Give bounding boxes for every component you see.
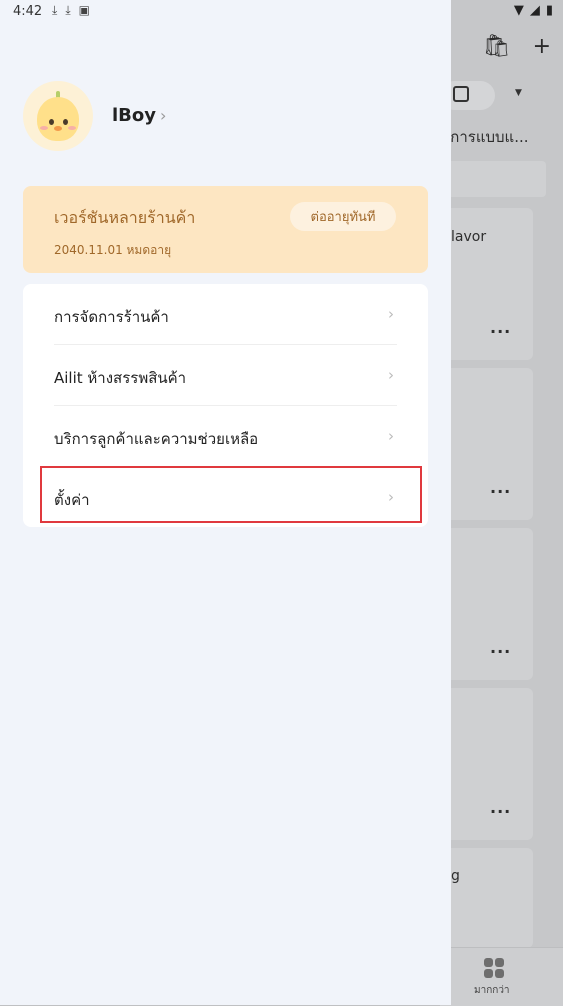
menu-item-label: บริการลูกค้าและความช่วยเหลือ (54, 430, 259, 448)
bg-card-title: g (451, 868, 460, 884)
more-icon[interactable]: ... (490, 478, 511, 497)
bg-card-title: lavor (451, 229, 487, 245)
status-system-icons: ▼ ◢ ▮ (514, 3, 553, 18)
chick-beak (54, 126, 62, 131)
bg-product-card[interactable] (440, 528, 533, 680)
bg-search-bar[interactable] (440, 161, 546, 197)
status-notification-icons: ⤓ ⤓ ▣ (52, 3, 90, 18)
bg-product-card[interactable] (440, 368, 533, 520)
chick-body (37, 97, 79, 141)
status-bar: 4:42 ⤓ ⤓ ▣ ▼ ◢ ▮ (0, 0, 563, 24)
chick-eye (63, 119, 68, 125)
bag-icon[interactable]: 🛍 (483, 36, 511, 58)
more-icon[interactable]: ... (490, 638, 511, 657)
chevron-right-icon: › (160, 106, 167, 125)
chevron-right-icon: › (388, 488, 394, 506)
membership-expiry: 2040.11.01 หมดอายุ (54, 243, 172, 257)
scan-icon[interactable] (453, 86, 469, 102)
signal-icon: ◢ (529, 3, 540, 18)
menu-item-customer-service[interactable]: บริการลูกค้าและความช่วยเหลือ › (23, 406, 428, 467)
renew-button[interactable]: ต่ออายุทันที (290, 202, 396, 231)
battery-icon: ▮ (545, 3, 553, 18)
chevron-right-icon: › (388, 305, 394, 323)
membership-title: เวอร์ชันหลายร้านค้า (54, 208, 196, 227)
navigation-drawer: lBoy › เวอร์ชันหลายร้านค้า 2040.11.01 หม… (0, 0, 451, 1005)
chick-cheek (68, 126, 76, 130)
menu-item-ailit-mall[interactable]: Ailit ห้างสรรพสินค้า › (23, 345, 428, 406)
wifi-icon: ▼ (513, 3, 524, 18)
add-icon[interactable]: + (533, 36, 551, 58)
chick-eye (49, 119, 54, 125)
drawer-menu: การจัดการร้านค้า › Ailit ห้างสรรพสินค้า … (23, 284, 428, 527)
more-icon[interactable]: ... (490, 798, 511, 817)
chick-cheek (40, 126, 48, 130)
chevron-right-icon: › (388, 427, 394, 445)
grid-icon[interactable] (484, 958, 504, 978)
menu-item-settings[interactable]: ตั้งค่า › (23, 467, 428, 528)
bottom-nav-more-label[interactable]: มากกว่า (474, 983, 510, 998)
download-icon: ⤓ (52, 3, 58, 17)
more-icon[interactable]: ... (490, 318, 511, 337)
avatar[interactable] (23, 81, 93, 151)
bg-tab-text[interactable]: นการแบบแ... (440, 125, 529, 149)
a-icon: ▣ (78, 3, 90, 17)
bg-product-card[interactable] (440, 848, 533, 948)
download-icon: ⤓ (65, 3, 71, 17)
bg-product-card[interactable] (440, 688, 533, 840)
menu-item-store-management[interactable]: การจัดการร้านค้า › (23, 284, 428, 345)
menu-item-label: การจัดการร้านค้า (54, 308, 169, 326)
menu-item-label: Ailit ห้างสรรพสินค้า (54, 369, 187, 387)
profile-name[interactable]: lBoy › (112, 105, 166, 126)
menu-item-label: ตั้งค่า (54, 491, 90, 509)
username: lBoy (112, 105, 156, 126)
caret-down-icon[interactable]: ▼ (515, 88, 522, 98)
membership-card: เวอร์ชันหลายร้านค้า 2040.11.01 หมดอายุ ต… (23, 186, 428, 273)
chevron-right-icon: › (388, 366, 394, 384)
status-time: 4:42 (13, 4, 43, 19)
bg-header-icons: 🛍 + (483, 36, 551, 58)
